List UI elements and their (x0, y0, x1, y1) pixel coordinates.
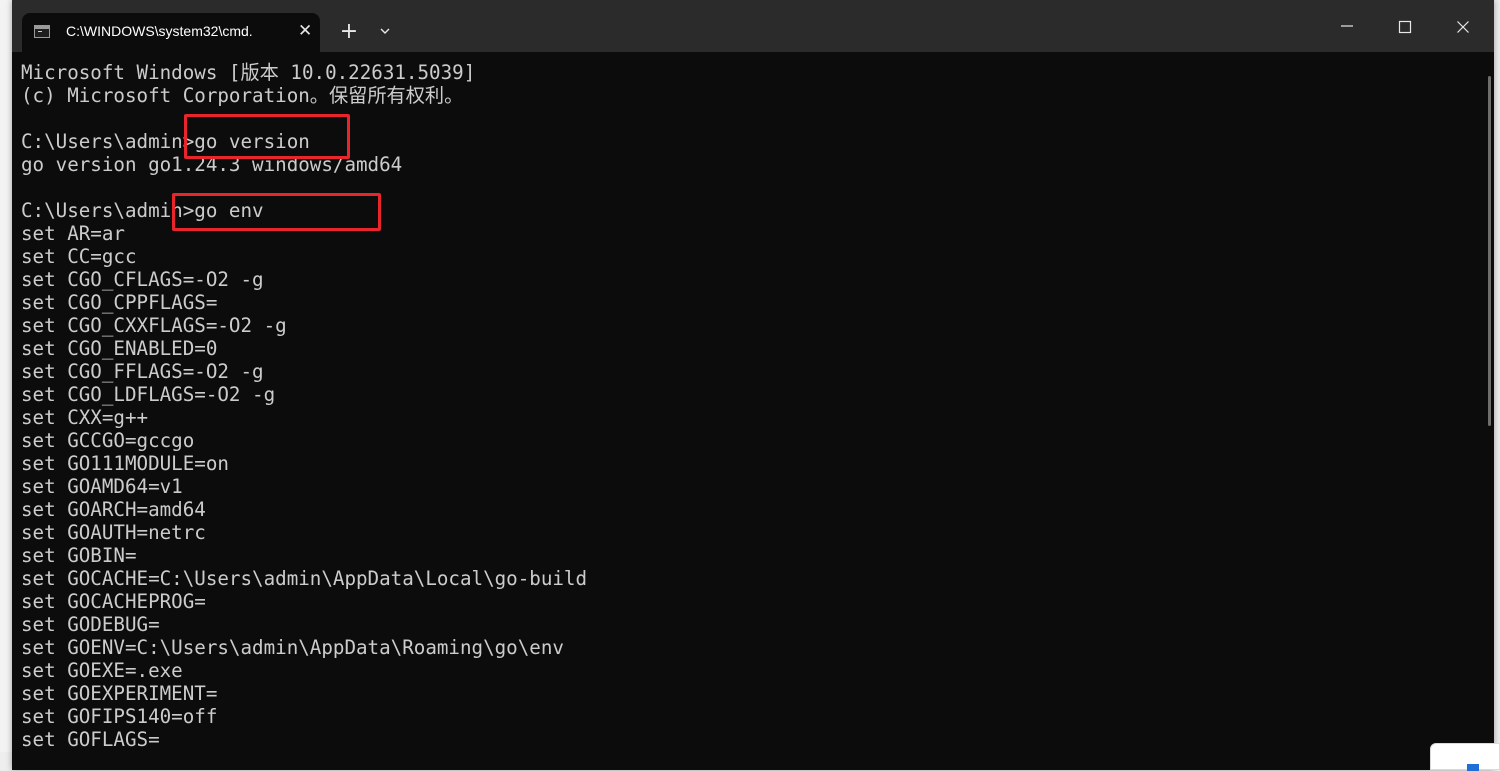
corner-widget (1430, 743, 1500, 771)
tab-cmd[interactable]: C:\WINDOWS\system32\cmd. ✕ (22, 13, 320, 52)
terminal-line: set GOFLAGS= (21, 728, 160, 751)
terminal-line: set GOENV=C:\Users\admin\AppData\Roaming… (21, 636, 564, 659)
terminal-line: set GOAMD64=v1 (21, 475, 183, 498)
terminal-line: set CGO_CPPFLAGS= (21, 291, 218, 314)
terminal-line: Microsoft Windows [版本 10.0.22631.5039] (21, 61, 476, 84)
terminal-line: set GCCGO=gccgo (21, 429, 195, 452)
terminal-line: set GOCACHE=C:\Users\admin\AppData\Local… (21, 567, 588, 590)
terminal-line: set GOEXPERIMENT= (21, 682, 218, 705)
title-bar[interactable]: C:\WINDOWS\system32\cmd. ✕ + (12, 0, 1494, 52)
terminal-line: (c) Microsoft Corporation。保留所有权利。 (21, 84, 464, 107)
terminal-line: set CGO_CFLAGS=-O2 -g (21, 268, 264, 291)
scrollbar-thumb[interactable] (1488, 76, 1491, 426)
terminal-line: set GOBIN= (21, 544, 137, 567)
desktop-background (0, 0, 12, 770)
minimize-button[interactable] (1318, 0, 1376, 52)
terminal-line: set CGO_FFLAGS=-O2 -g (21, 360, 264, 383)
terminal-line: set GOARCH=amd64 (21, 498, 206, 521)
terminal-line: set GO111MODULE=on (21, 452, 229, 475)
tab-title: C:\WINDOWS\system32\cmd. (66, 23, 253, 39)
terminal-line: set GOCACHEPROG= (21, 590, 206, 613)
terminal-line: set GODEBUG= (21, 613, 160, 636)
maximize-button[interactable] (1376, 0, 1434, 52)
close-button[interactable] (1434, 0, 1492, 52)
tab-dropdown-button[interactable] (372, 17, 398, 47)
chevron-down-icon (380, 28, 390, 34)
terminal-line: set CGO_ENABLED=0 (21, 337, 218, 360)
terminal-line: set CGO_CXXFLAGS=-O2 -g (21, 314, 287, 337)
new-tab-button[interactable]: + (334, 17, 364, 47)
terminal-line: C:\Users\admin>go version (21, 130, 310, 153)
terminal-line: set GOEXE=.exe (21, 659, 183, 682)
terminal-line: set AR=ar (21, 222, 125, 245)
maximize-icon (1398, 20, 1412, 34)
terminal-line: set CC=gcc (21, 245, 137, 268)
terminal-line: set GOAUTH=netrc (21, 521, 206, 544)
close-icon (1457, 21, 1469, 33)
terminal-line: go version go1.24.3 windows/amd64 (21, 153, 403, 176)
terminal-line: set CXX=g++ (21, 406, 149, 429)
terminal-line: C:\Users\admin>go env (21, 199, 264, 222)
cmd-window: C:\WINDOWS\system32\cmd. ✕ + Microsoft W… (12, 0, 1494, 770)
terminal-line: set GOFIPS140=off (21, 705, 218, 728)
tab-close-icon[interactable]: ✕ (298, 21, 312, 41)
terminal-line: set CGO_LDFLAGS=-O2 -g (21, 383, 276, 406)
cmd-icon (34, 25, 50, 38)
terminal-output[interactable]: Microsoft Windows [版本 10.0.22631.5039] (c… (21, 61, 1481, 770)
minimize-icon (1341, 25, 1353, 27)
